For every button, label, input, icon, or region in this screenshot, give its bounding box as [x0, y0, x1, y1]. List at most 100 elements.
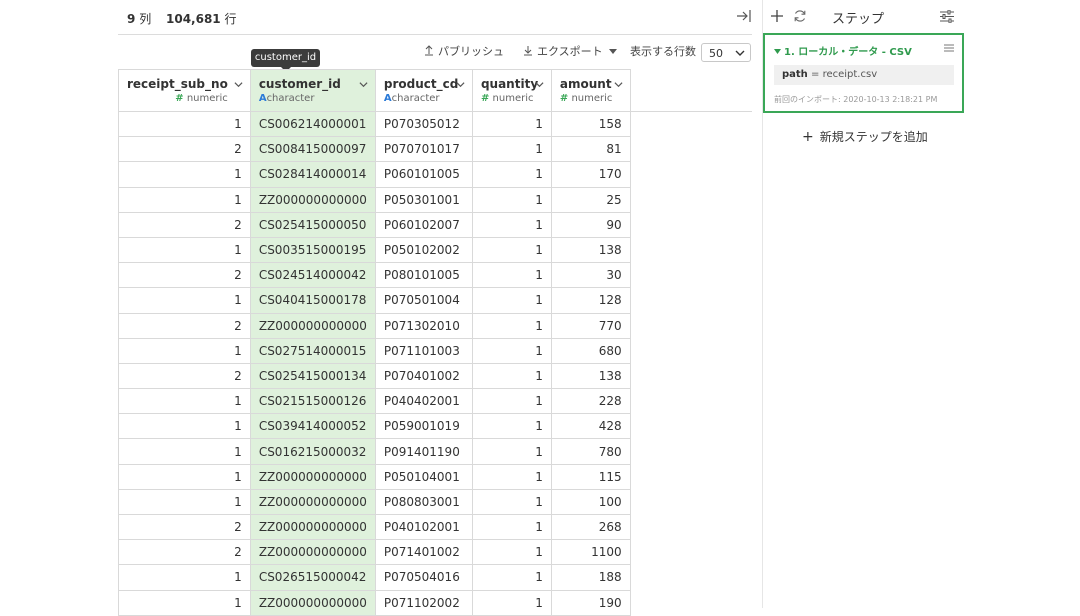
cell-amount[interactable]: 428 — [550, 413, 631, 440]
table-row[interactable]: 1 CS039414000052 P059001019 1 428 — [118, 413, 752, 440]
table-row[interactable]: 2 CS025415000134 P070401002 1 138 — [118, 362, 752, 390]
cell-customer-id[interactable]: ZZ000000000000 — [249, 513, 376, 541]
cell-quantity[interactable]: 1 — [471, 564, 552, 591]
cell-amount[interactable]: 228 — [550, 388, 631, 415]
cell-amount[interactable]: 30 — [550, 262, 631, 289]
cell-receipt-sub-no[interactable]: 2 — [118, 211, 251, 238]
cell-quantity[interactable]: 1 — [471, 337, 552, 364]
cell-customer-id[interactable]: ZZ000000000000 — [249, 312, 376, 339]
cell-customer-id[interactable]: ZZ000000000000 — [249, 488, 376, 516]
cell-product-cd[interactable]: P070401002 — [374, 362, 473, 390]
cell-customer-id[interactable]: CS040415000178 — [249, 287, 376, 314]
cell-quantity[interactable]: 1 — [471, 110, 552, 138]
cell-amount[interactable]: 190 — [550, 589, 631, 616]
cell-customer-id[interactable]: CS026515000042 — [249, 564, 376, 591]
cell-customer-id[interactable]: CS025415000134 — [249, 362, 376, 390]
cell-customer-id[interactable]: CS008415000097 — [249, 136, 376, 163]
cell-quantity[interactable]: 1 — [471, 262, 552, 289]
cell-customer-id[interactable]: CS025415000050 — [249, 211, 376, 238]
cell-receipt-sub-no[interactable]: 1 — [118, 463, 251, 490]
cell-product-cd[interactable]: P050102002 — [374, 236, 473, 264]
cell-product-cd[interactable]: P059001019 — [374, 413, 473, 440]
cell-customer-id[interactable]: ZZ000000000000 — [249, 186, 376, 213]
cell-receipt-sub-no[interactable]: 1 — [118, 413, 251, 440]
table-row[interactable]: 1 CS021515000126 P040402001 1 228 — [118, 388, 752, 415]
table-row[interactable]: 1 CS016215000032 P091401190 1 780 — [118, 438, 752, 465]
table-row[interactable]: 1 CS040415000178 P070501004 1 128 — [118, 287, 752, 314]
cell-receipt-sub-no[interactable]: 1 — [118, 161, 251, 188]
cell-quantity[interactable]: 1 — [471, 161, 552, 188]
cell-quantity[interactable]: 1 — [471, 388, 552, 415]
table-row[interactable]: 2 ZZ000000000000 P071302010 1 770 — [118, 312, 752, 339]
cell-quantity[interactable]: 1 — [471, 312, 552, 339]
column-header-quantity[interactable]: quantity # numeric — [471, 69, 552, 112]
cell-receipt-sub-no[interactable]: 1 — [118, 388, 251, 415]
table-row[interactable]: 1 CS027514000015 P071101003 1 680 — [118, 337, 752, 364]
table-row[interactable]: 2 CS008415000097 P070701017 1 81 — [118, 136, 752, 163]
cell-receipt-sub-no[interactable]: 1 — [118, 438, 251, 465]
table-row[interactable]: 2 CS024514000042 P080101005 1 30 — [118, 262, 752, 289]
cell-product-cd[interactable]: P070305012 — [374, 110, 473, 138]
cell-product-cd[interactable]: P091401190 — [374, 438, 473, 465]
cell-amount[interactable]: 90 — [550, 211, 631, 238]
table-row[interactable]: 2 CS025415000050 P060102007 1 90 — [118, 211, 752, 238]
cell-receipt-sub-no[interactable]: 1 — [118, 186, 251, 213]
table-row[interactable]: 1 CS006214000001 P070305012 1 158 — [118, 110, 752, 138]
cell-customer-id[interactable]: ZZ000000000000 — [249, 539, 376, 566]
cell-receipt-sub-no[interactable]: 2 — [118, 362, 251, 390]
cell-amount[interactable]: 770 — [550, 312, 631, 339]
cell-receipt-sub-no[interactable]: 1 — [118, 337, 251, 364]
cell-quantity[interactable]: 1 — [471, 413, 552, 440]
cell-product-cd[interactable]: P080803001 — [374, 488, 473, 516]
plus-icon[interactable] — [771, 10, 783, 22]
cell-product-cd[interactable]: P071102002 — [374, 589, 473, 616]
cell-product-cd[interactable]: P080101005 — [374, 262, 473, 289]
cell-amount[interactable]: 170 — [550, 161, 631, 188]
settings-sliders-icon[interactable] — [940, 10, 954, 23]
cell-quantity[interactable]: 1 — [471, 362, 552, 390]
cell-receipt-sub-no[interactable]: 2 — [118, 312, 251, 339]
table-row[interactable]: 1 ZZ000000000000 P050301001 1 25 — [118, 186, 752, 213]
cell-product-cd[interactable]: P060102007 — [374, 211, 473, 238]
cell-quantity[interactable]: 1 — [471, 236, 552, 264]
cell-customer-id[interactable]: CS028414000014 — [249, 161, 376, 188]
step-card[interactable]: 1. ローカル・データ - CSV path = receipt.csv 前回の… — [763, 33, 964, 113]
cell-product-cd[interactable]: P071401002 — [374, 539, 473, 566]
cell-customer-id[interactable]: ZZ000000000000 — [249, 589, 376, 616]
cell-quantity[interactable]: 1 — [471, 539, 552, 566]
menu-icon[interactable] — [944, 44, 954, 52]
cell-product-cd[interactable]: P050301001 — [374, 186, 473, 213]
cell-quantity[interactable]: 1 — [471, 513, 552, 541]
cell-receipt-sub-no[interactable]: 1 — [118, 564, 251, 591]
table-row[interactable]: 2 ZZ000000000000 P040102001 1 268 — [118, 513, 752, 541]
cell-receipt-sub-no[interactable]: 1 — [118, 488, 251, 516]
cell-receipt-sub-no[interactable]: 2 — [118, 262, 251, 289]
cell-receipt-sub-no[interactable]: 2 — [118, 513, 251, 541]
cell-customer-id[interactable]: CS039414000052 — [249, 413, 376, 440]
cell-quantity[interactable]: 1 — [471, 438, 552, 465]
cell-receipt-sub-no[interactable]: 2 — [118, 539, 251, 566]
chevron-down-icon[interactable] — [535, 80, 544, 89]
cell-product-cd[interactable]: P060101005 — [374, 161, 473, 188]
cell-customer-id[interactable]: CS003515000195 — [249, 236, 376, 264]
cell-customer-id[interactable]: ZZ000000000000 — [249, 463, 376, 490]
cell-customer-id[interactable]: CS027514000015 — [249, 337, 376, 364]
table-row[interactable]: 1 CS026515000042 P070504016 1 188 — [118, 564, 752, 591]
collapse-panel-icon[interactable] — [736, 8, 752, 24]
cell-amount[interactable]: 138 — [550, 362, 631, 390]
column-header-receipt-sub-no[interactable]: receipt_sub_no # numeric — [118, 69, 251, 112]
cell-amount[interactable]: 780 — [550, 438, 631, 465]
cell-product-cd[interactable]: P070701017 — [374, 136, 473, 163]
cell-receipt-sub-no[interactable]: 2 — [118, 136, 251, 163]
cell-product-cd[interactable]: P071101003 — [374, 337, 473, 364]
chevron-down-icon[interactable] — [359, 80, 368, 89]
cell-amount[interactable]: 81 — [550, 136, 631, 163]
cell-customer-id[interactable]: CS016215000032 — [249, 438, 376, 465]
cell-product-cd[interactable]: P070504016 — [374, 564, 473, 591]
cell-customer-id[interactable]: CS024514000042 — [249, 262, 376, 289]
cell-amount[interactable]: 188 — [550, 564, 631, 591]
table-row[interactable]: 1 CS028414000014 P060101005 1 170 — [118, 161, 752, 188]
cell-product-cd[interactable]: P050104001 — [374, 463, 473, 490]
column-header-customer-id[interactable]: customer_id Acharacter — [249, 69, 376, 112]
export-button[interactable]: エクスポート — [523, 44, 618, 60]
